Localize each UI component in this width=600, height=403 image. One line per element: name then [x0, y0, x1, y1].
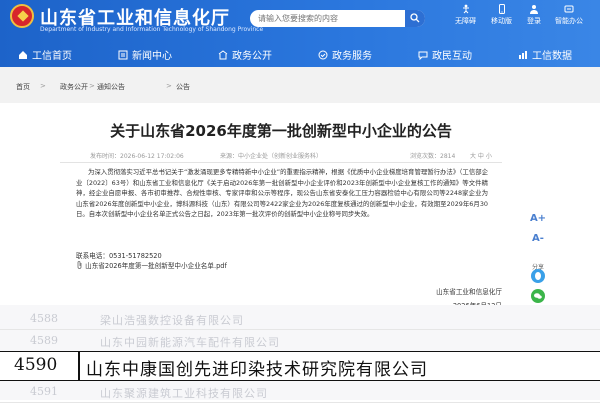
search-input[interactable]	[258, 11, 398, 26]
qq-icon	[531, 269, 545, 283]
highlighted-company-row: 4590 山东中康国创先进印染技术研究院有限公司	[0, 351, 600, 381]
top-link-label: 智能办公	[555, 17, 583, 25]
home-icon	[19, 51, 27, 59]
article-source: 来源：中小企业处（创新创业服务科）	[220, 153, 323, 160]
breadcrumb: 首页 > 政务公开 > 通知公告 > 公告	[0, 67, 600, 103]
top-link-mobile[interactable]: 移动版	[491, 4, 512, 26]
breadcrumb-separator: >	[166, 82, 172, 90]
breadcrumb-current[interactable]: 公告	[176, 82, 190, 92]
breadcrumb-separator: >	[40, 82, 46, 90]
office-icon	[564, 5, 574, 13]
attachment-link[interactable]: 山东省2026年度第一批创新型中小企业名单.pdf	[76, 260, 227, 270]
user-icon	[530, 5, 538, 14]
highlight-company: 山东中康国创先进印染技术研究院有限公司	[86, 360, 428, 380]
font-decrease-button[interactable]: A-	[526, 226, 550, 245]
contact-phone: 联系电话：0531-51782520	[76, 252, 162, 260]
font-size-control[interactable]: 大 中 小	[470, 151, 492, 160]
view-count: 浏览次数：2814	[410, 153, 456, 160]
paperclip-icon	[77, 261, 82, 269]
open-gov-icon	[218, 50, 228, 60]
breadcrumb-notices[interactable]: 通知公告	[97, 82, 125, 92]
top-link-login[interactable]: 登录	[527, 4, 541, 26]
article-title: 关于山东省2026年度第一批创新型中小企业的公告	[110, 122, 452, 140]
row-number: 4589	[30, 334, 58, 347]
nav-label: 新闻中心	[132, 51, 172, 62]
breadcrumb-separator: >	[89, 82, 95, 90]
nav-label: 政民互动	[432, 51, 472, 62]
signature-org: 山东省工业和信息化厅	[436, 288, 502, 296]
divider	[60, 162, 502, 163]
data-icon	[519, 51, 527, 59]
interaction-icon	[418, 51, 428, 60]
attachment-name: 山东省2026年度第一批创新型中小企业名单.pdf	[85, 262, 227, 270]
nav-item-home[interactable]: 工信首页	[18, 46, 72, 67]
nav-label: 工信首页	[32, 51, 72, 62]
top-link-label: 移动版	[491, 17, 512, 25]
top-link-accessibility[interactable]: 无障碍	[455, 4, 476, 26]
top-link-label: 登录	[527, 17, 541, 25]
nav-item-data[interactable]: 工信数据	[518, 46, 572, 67]
highlight-number: 4590	[14, 355, 58, 375]
site-header: 山东省工业和信息化厅 Department of Industry and In…	[0, 0, 600, 67]
service-icon	[318, 50, 328, 60]
accessibility-icon	[462, 4, 469, 14]
search-icon	[410, 13, 420, 23]
article: 关于山东省2026年度第一批创新型中小企业的公告 发布时间：2026-06-12…	[60, 104, 502, 318]
wechat-icon	[531, 289, 545, 303]
font-increase-icon: A+	[529, 213, 547, 224]
news-icon	[118, 50, 128, 60]
national-emblem-icon	[10, 4, 34, 28]
header-banner: 山东省工业和信息化厅 Department of Industry and In…	[0, 0, 600, 46]
row-company: 山东聚源建筑工业科技有限公司	[100, 387, 268, 400]
publish-date: 发布时间：2026-06-12 17:02:06	[90, 153, 184, 160]
breadcrumb-home[interactable]: 首页	[16, 82, 30, 92]
breadcrumb-open-gov[interactable]: 政务公开	[60, 82, 88, 92]
search-button[interactable]	[405, 10, 425, 27]
font-increase-button[interactable]: A+	[526, 206, 550, 225]
main-nav: 工信首页 新闻中心 政务公开 政务服务 政民互动 工信数据	[0, 46, 600, 67]
site-subtitle: Department of Industry and Information T…	[40, 26, 264, 33]
top-link-office[interactable]: 智能办公	[555, 4, 583, 26]
qq-share-button[interactable]	[526, 268, 550, 287]
mobile-icon	[498, 4, 505, 14]
search-box	[250, 10, 425, 27]
article-body: 为深入贯彻落实习近平总书记关于“激发涌现更多专精特新中小企业”的重要指示精神，根…	[76, 168, 488, 218]
column-divider	[78, 352, 80, 380]
row-number: 4591	[30, 385, 58, 398]
top-link-label: 无障碍	[455, 17, 476, 25]
font-decrease-icon: A-	[532, 233, 544, 244]
row-company: 梁山浩强数控设备有限公司	[100, 314, 244, 327]
nav-label: 工信数据	[532, 51, 572, 62]
list-row: 4589 山东中园新能源汽车配件有限公司	[0, 330, 600, 352]
nav-label: 政务服务	[332, 51, 372, 62]
top-links: 无障碍 移动版 登录 智能办公	[455, 4, 595, 36]
nav-item-news[interactable]: 新闻中心	[118, 46, 172, 67]
nav-item-service[interactable]: 政务服务	[318, 46, 372, 67]
nav-item-interaction[interactable]: 政民互动	[418, 46, 472, 67]
row-number: 4588	[30, 312, 58, 325]
nav-item-open-gov[interactable]: 政务公开	[218, 46, 272, 67]
nav-label: 政务公开	[232, 51, 272, 62]
row-company: 山东中园新能源汽车配件有限公司	[100, 336, 280, 349]
list-row: 4588 梁山浩强数控设备有限公司	[0, 308, 600, 330]
